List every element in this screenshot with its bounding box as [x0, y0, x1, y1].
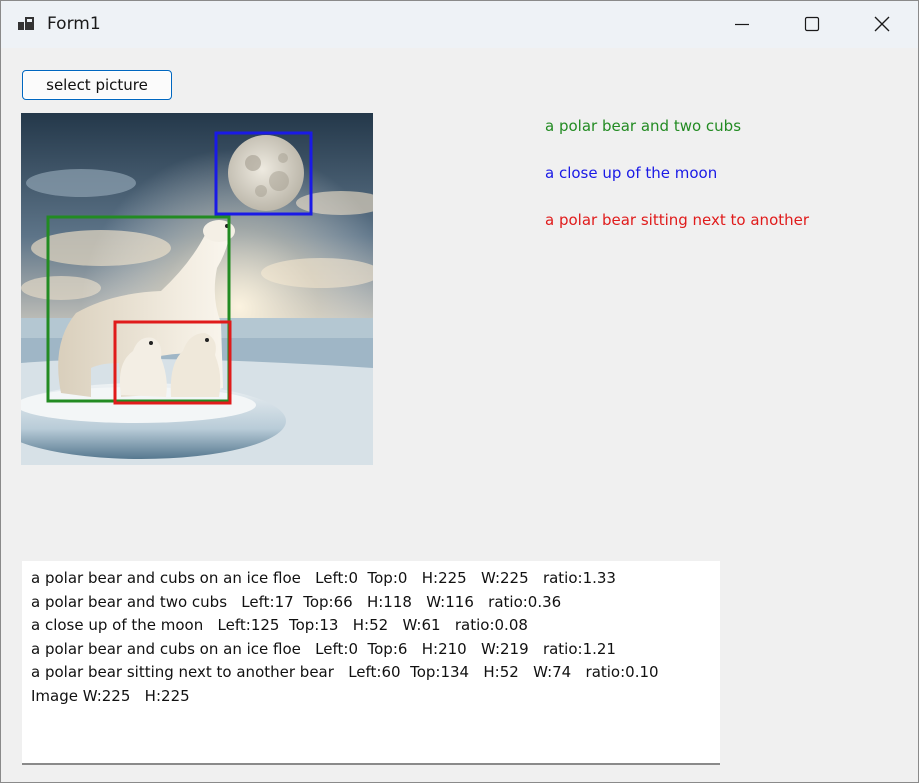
output-textbox[interactable]: a polar bear and cubs on an ice floe Lef… [22, 561, 720, 765]
maximize-button[interactable] [777, 1, 847, 48]
output-line: a close up of the moon Left:125 Top:13 H… [31, 616, 528, 634]
polar-bear-image [21, 113, 373, 465]
caption-label: a polar bear sitting next to another [545, 211, 810, 229]
caption-label: a close up of the moon [545, 164, 718, 182]
window-title: Form1 [47, 14, 101, 34]
caption-label: a polar bear and two cubs [545, 117, 742, 135]
minimize-button[interactable] [707, 1, 777, 48]
picture-box [21, 113, 373, 465]
output-line: a polar bear sitting next to another bea… [31, 663, 659, 681]
select-picture-button[interactable]: select picture [22, 70, 172, 100]
minimize-icon [735, 23, 749, 26]
maximize-icon [804, 16, 820, 32]
form-window: Form1 select picture a polar bear and tw… [0, 0, 919, 783]
output-line: Image W:225 H:225 [31, 686, 190, 705]
output-line: a polar bear and cubs on an ice floe Lef… [31, 569, 616, 587]
close-icon [874, 16, 890, 32]
title-bar[interactable]: Form1 [1, 1, 918, 48]
output-line: a polar bear and two cubs Left:17 Top:66… [31, 592, 562, 611]
app-icon [18, 15, 36, 33]
close-button[interactable] [847, 1, 917, 48]
output-line: a polar bear and cubs on an ice floe Lef… [31, 639, 616, 658]
